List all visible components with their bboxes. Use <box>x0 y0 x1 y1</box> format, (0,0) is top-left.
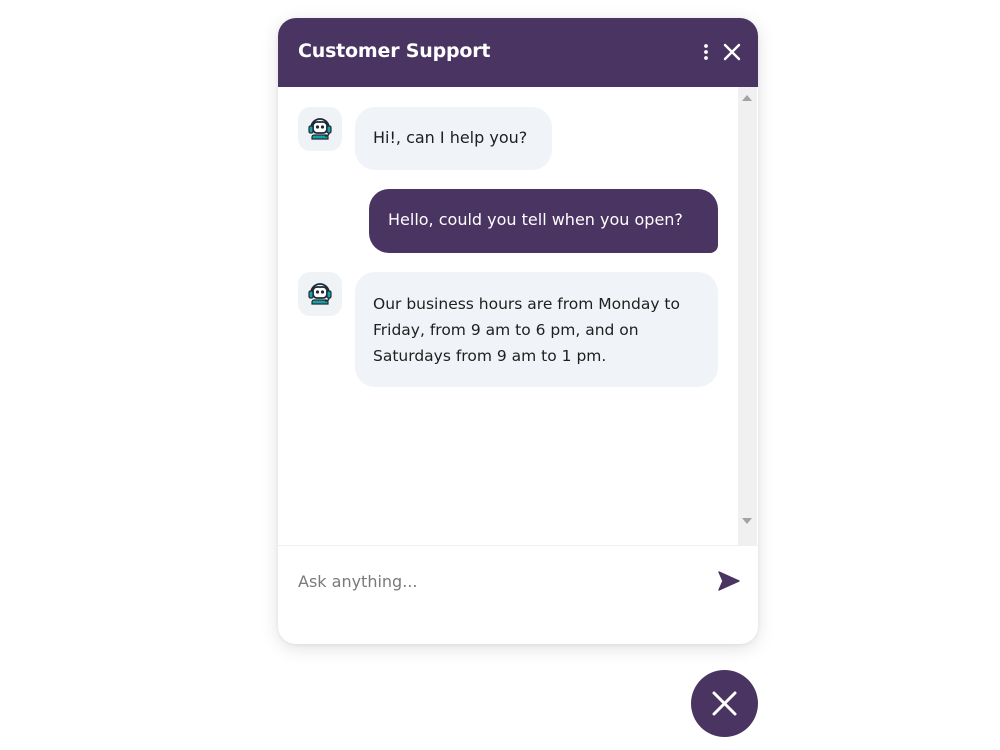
close-chat-button[interactable] <box>720 40 744 64</box>
close-icon <box>723 43 741 61</box>
chat-title: Customer Support <box>298 40 491 62</box>
scroll-down-arrow[interactable] <box>742 518 752 524</box>
user-message-bubble: Hello, could you tell when you open? <box>369 189 718 253</box>
more-options-button[interactable] <box>694 40 718 64</box>
message-composer <box>278 545 758 644</box>
chat-header: Customer Support <box>278 18 758 87</box>
support-bot-icon <box>308 118 332 140</box>
message-scrollbar[interactable] <box>738 87 758 545</box>
support-bot-icon <box>308 283 332 305</box>
chat-launcher-close-button[interactable] <box>691 670 758 737</box>
bot-avatar <box>298 107 342 151</box>
send-icon <box>718 571 740 591</box>
message-list[interactable]: Hi!, can I help you? Hello, could you te… <box>278 87 738 545</box>
scroll-up-arrow[interactable] <box>742 95 752 101</box>
send-button[interactable] <box>716 568 742 594</box>
more-vertical-icon <box>704 44 708 60</box>
bot-message-bubble: Hi!, can I help you? <box>355 107 552 170</box>
chat-window: Customer Support Hi!, can I help you? He… <box>278 18 758 644</box>
close-icon <box>712 691 737 716</box>
bot-message-bubble: Our business hours are from Monday to Fr… <box>355 272 718 387</box>
message-input[interactable] <box>298 566 698 596</box>
bot-avatar <box>298 272 342 316</box>
scrollbar-track[interactable] <box>738 87 757 545</box>
